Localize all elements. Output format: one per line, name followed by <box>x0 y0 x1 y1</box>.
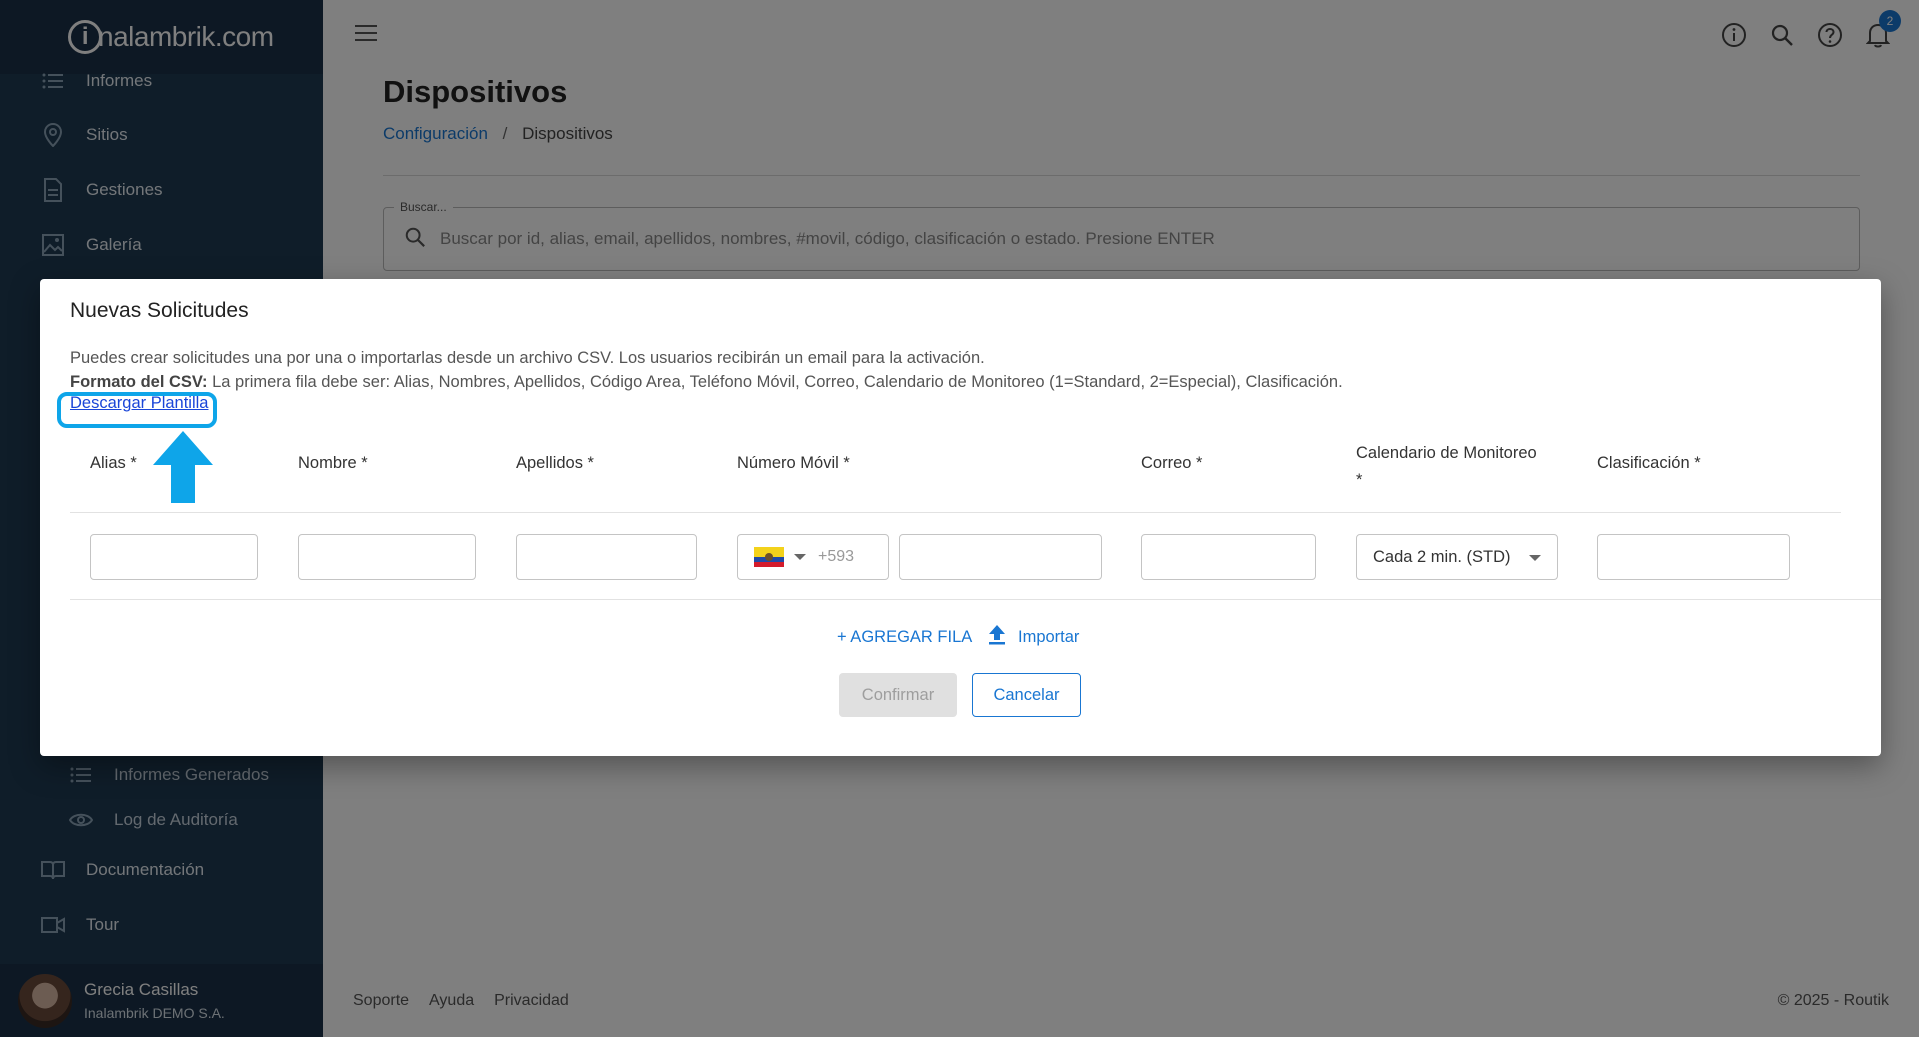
import-label: Importar <box>1018 628 1080 646</box>
column-header-nombre: Nombre * <box>298 454 368 472</box>
import-button[interactable]: Importar <box>988 625 1079 650</box>
column-header-correo: Correo * <box>1141 454 1203 472</box>
chevron-down-icon <box>794 554 806 560</box>
new-requests-dialog: Nuevas Solicitudes Puedes crear solicitu… <box>40 279 1881 756</box>
column-header-calendario: Calendario de Monitoreo * <box>1356 440 1537 494</box>
row-divider <box>70 599 1881 600</box>
csv-format-label: Formato del CSV: <box>70 373 208 391</box>
csv-format-line: Formato del CSV: La primera fila debe se… <box>70 370 1343 394</box>
phone-prefix: +593 <box>818 548 855 565</box>
arrow-up-icon <box>153 431 213 508</box>
confirm-button[interactable]: Confirmar <box>839 673 957 717</box>
add-row-button[interactable]: + AGREGAR FILA <box>837 628 972 647</box>
upload-icon <box>988 625 1006 650</box>
cancel-button[interactable]: Cancelar <box>972 673 1081 717</box>
dialog-title: Nuevas Solicitudes <box>70 299 249 322</box>
dialog-intro: Puedes crear solicitudes una por una o i… <box>70 349 985 367</box>
csv-format-text: La primera fila debe ser: Alias, Nombres… <box>207 373 1343 391</box>
calendario-required: * <box>1356 471 1363 489</box>
mobile-number-input[interactable] <box>899 534 1102 580</box>
column-header-movil: Número Móvil * <box>737 454 850 472</box>
column-header-apellidos: Apellidos * <box>516 454 594 472</box>
apellidos-input[interactable] <box>516 534 697 580</box>
country-code-select[interactable]: +593 <box>737 534 889 580</box>
header-divider <box>70 512 1841 513</box>
correo-input[interactable] <box>1141 534 1316 580</box>
nombre-input[interactable] <box>298 534 476 580</box>
chevron-down-icon <box>1529 555 1541 561</box>
calendario-label: Calendario de Monitoreo <box>1356 444 1537 462</box>
clasificacion-input[interactable] <box>1597 534 1790 580</box>
calendar-select[interactable]: Cada 2 min. (STD) <box>1356 534 1558 580</box>
column-header-alias: Alias * <box>90 454 137 472</box>
alias-input[interactable] <box>90 534 258 580</box>
download-template-link[interactable]: Descargar Plantilla <box>70 394 208 413</box>
ecuador-flag-icon <box>754 547 784 567</box>
calendar-select-value: Cada 2 min. (STD) <box>1373 547 1511 566</box>
dialog-description: Puedes crear solicitudes una por una o i… <box>70 346 1343 394</box>
column-header-clasificacion: Clasificación * <box>1597 454 1701 472</box>
